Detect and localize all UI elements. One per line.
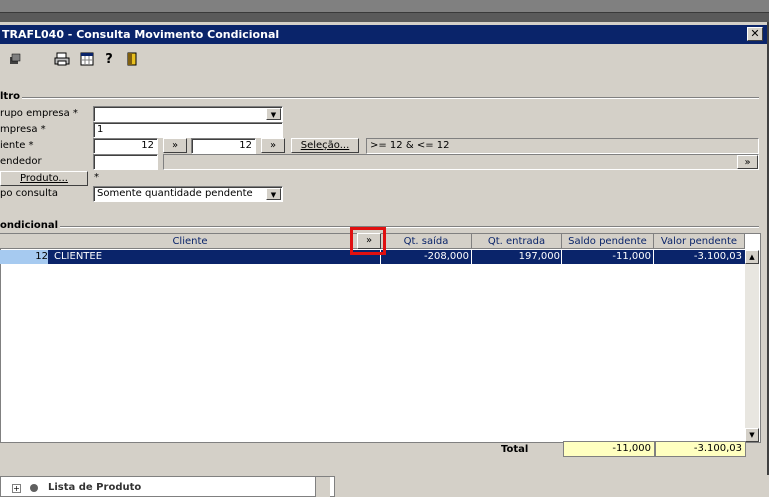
chevron-down-icon[interactable]: ▼ xyxy=(266,108,281,120)
cell-divider xyxy=(471,250,472,264)
empresa-label: mpresa * xyxy=(0,124,46,135)
produto-value: * xyxy=(94,172,99,183)
help-icon[interactable]: ? xyxy=(101,52,117,68)
total-valor-pendente: -3.100,03 xyxy=(655,441,746,457)
row-cliente: CLIENTEE xyxy=(54,251,103,262)
cell-divider xyxy=(561,250,562,264)
row-code: 12 xyxy=(35,251,48,262)
empresa-input[interactable]: 1 xyxy=(93,122,283,138)
column-header-cliente[interactable]: Cliente xyxy=(0,234,381,249)
expand-icon[interactable]: + xyxy=(12,484,21,493)
grupo-empresa-label: rupo empresa * xyxy=(0,108,78,119)
highlight-box xyxy=(350,227,386,255)
chevron-down-icon[interactable]: ▼ xyxy=(266,188,281,200)
column-header-qt-entrada[interactable]: Qt. entrada xyxy=(472,234,562,249)
grid-scrollbar[interactable] xyxy=(745,250,759,442)
desktop-top-bar xyxy=(0,0,769,12)
cell-divider xyxy=(653,250,654,264)
close-button[interactable]: ✕ xyxy=(747,27,763,41)
filter-legend: ltro xyxy=(0,91,23,102)
row-saldo-pendente: -11,000 xyxy=(612,251,651,262)
scroll-down-button[interactable]: ▼ xyxy=(745,428,759,442)
cliente-to-input[interactable]: 12 xyxy=(191,138,256,154)
selecao-button[interactable]: Seleção... xyxy=(291,138,359,153)
calculator-icon[interactable] xyxy=(79,52,95,68)
column-header-valor-pendente[interactable]: Valor pendente xyxy=(654,234,745,249)
column-header-saldo-pendente[interactable]: Saldo pendente xyxy=(562,234,654,249)
tipo-consulta-select[interactable]: Somente quantidade pendente xyxy=(93,186,283,202)
vendedor-label: endedor xyxy=(0,156,42,167)
produto-button[interactable]: Produto... xyxy=(0,171,88,186)
total-saldo-pendente: -11,000 xyxy=(563,441,655,457)
cliente-label: iente * xyxy=(0,140,34,151)
vendedor-description xyxy=(163,154,759,170)
total-label: Total xyxy=(501,444,529,455)
cliente-to-lookup-button[interactable]: » xyxy=(261,138,285,153)
tipo-consulta-label: po consulta xyxy=(0,188,58,199)
column-header-qt-saida[interactable]: Qt. saída xyxy=(381,234,472,249)
window-icon[interactable] xyxy=(6,52,22,68)
row-qt-entrada: 197,000 xyxy=(518,251,560,262)
vendedor-lookup-button[interactable]: » xyxy=(737,155,758,169)
printer-icon[interactable] xyxy=(54,52,70,68)
filter-frame xyxy=(0,97,759,98)
grid-legend: ondicional xyxy=(0,220,61,231)
tree-item-label[interactable]: Lista de Produto xyxy=(48,482,141,493)
vendedor-input[interactable] xyxy=(93,154,158,170)
desktop-band xyxy=(0,12,769,22)
cliente-from-lookup-button[interactable]: » xyxy=(163,138,187,153)
grupo-empresa-select[interactable] xyxy=(93,106,283,122)
cliente-from-input[interactable]: 12 xyxy=(93,138,158,154)
tree-scrollbar[interactable] xyxy=(315,477,330,497)
results-grid xyxy=(0,233,761,443)
selecao-expression: >= 12 & <= 12 xyxy=(366,138,759,154)
row-valor-pendente: -3.100,03 xyxy=(693,251,742,262)
window-title: TRAFL040 - Consulta Movimento Condiciona… xyxy=(0,25,767,44)
row-qt-saida: -208,000 xyxy=(424,251,469,262)
exit-icon[interactable] xyxy=(124,52,140,68)
scroll-up-button[interactable]: ▲ xyxy=(745,250,759,264)
node-icon xyxy=(30,484,38,492)
